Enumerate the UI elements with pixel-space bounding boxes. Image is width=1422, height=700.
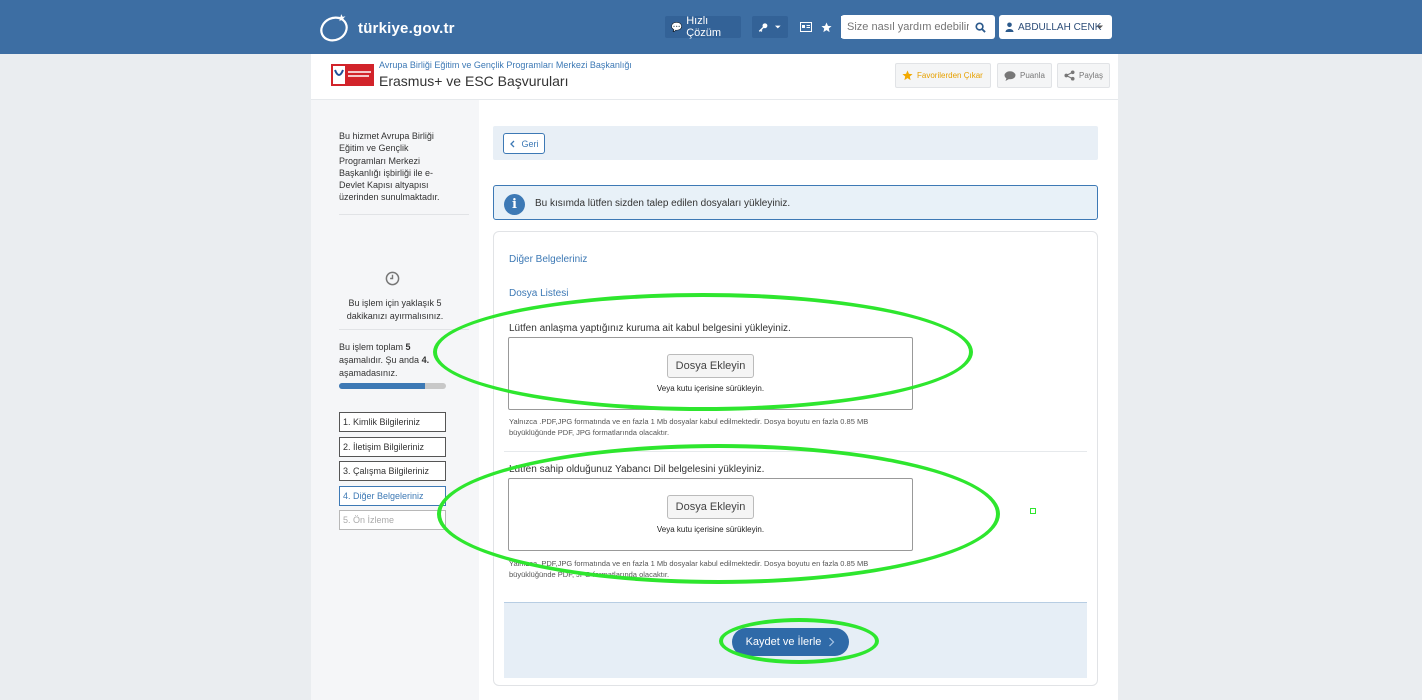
chevron-down-icon — [1097, 25, 1103, 29]
remove-favorite-label: Favorilerden Çıkar — [917, 71, 983, 80]
step-item[interactable]: 2. İletişim Bilgileriniz — [339, 436, 446, 457]
chevron-down-icon — [775, 25, 782, 29]
step-item[interactable]: 4. Diğer Belgeleriniz — [339, 485, 446, 506]
step-current: 4. — [421, 355, 430, 365]
user-menu-button[interactable]: ABDULLAH CENK — [999, 15, 1112, 39]
star-icon — [902, 70, 913, 81]
alert-text: Bu kısımda lütfen sizden talep edilen do… — [535, 198, 791, 209]
info-icon: i — [504, 194, 525, 215]
logo-swoosh-icon — [320, 14, 348, 42]
step-item: 5. Ön İzleme — [339, 510, 446, 531]
top-navbar: türkiye.gov.tr 💬 Hızlı Çözüm ABDULLAH CE… — [0, 0, 1422, 54]
share-icon — [1064, 70, 1075, 81]
share-button[interactable]: Paylaş — [1057, 63, 1110, 88]
sidebar: Bu hizmet Avrupa Birliği Eğitim ve Gençl… — [311, 100, 479, 700]
favorites-button[interactable] — [818, 16, 836, 38]
search-box — [841, 15, 995, 39]
clock-icon — [385, 271, 400, 286]
key-menu-button[interactable] — [752, 16, 788, 38]
logo-text: türkiye.gov.tr — [358, 19, 455, 37]
share-label: Paylaş — [1078, 71, 1103, 80]
remove-favorite-button[interactable]: Favorilerden Çıkar — [895, 63, 991, 88]
step-item[interactable]: 3. Çalışma Bilgileriniz — [339, 461, 446, 482]
time-estimate: Bu işlem için yaklaşık 5 dakikanızı ayır… — [346, 298, 444, 321]
institution-name[interactable]: Avrupa Birliği Eğitim ve Gençlik Program… — [379, 60, 632, 70]
rate-button[interactable]: Puanla — [997, 63, 1052, 88]
highlight-ellipse — [719, 618, 879, 664]
highlight-ellipse — [433, 293, 973, 411]
progress-bar — [339, 383, 446, 389]
highlight-ellipse — [437, 444, 1000, 584]
institution-logo-mark — [331, 64, 374, 86]
quick-solution-label: Hızlı Çözüm — [686, 15, 722, 39]
key-icon — [758, 22, 768, 32]
info-alert: i Bu kısımda lütfen sizden talep edilen … — [493, 185, 1098, 220]
comment-icon — [1004, 70, 1016, 81]
search-button[interactable] — [969, 16, 991, 38]
highlight-marker — [1030, 508, 1036, 514]
step-total: 5 — [405, 342, 411, 352]
star-icon — [821, 21, 832, 32]
user-name: ABDULLAH CENK — [1018, 21, 1102, 33]
service-info-text: Bu hizmet Avrupa Birliği Eğitim ve Gençl… — [339, 131, 440, 203]
divider — [339, 214, 469, 215]
progress-fill — [339, 383, 425, 389]
step-item[interactable]: 1. Kimlik Bilgileriniz — [339, 412, 446, 432]
back-bar: Geri — [493, 126, 1098, 160]
step-summary-prefix: Bu işlem toplam — [339, 342, 406, 352]
search-input[interactable] — [841, 16, 969, 38]
file-list-title: Dosya Listesi — [509, 288, 569, 299]
rate-label: Puanla — [1020, 71, 1045, 80]
back-label: Geri — [521, 138, 539, 149]
chat-icon: 💬 — [671, 21, 683, 32]
service-title: Erasmus+ ve ESC Başvuruları — [379, 73, 569, 89]
section-title: Diğer Belgeleriniz — [509, 254, 588, 265]
step-list: 1. Kimlik Bilgileriniz 2. İletişim Bilgil… — [339, 412, 446, 535]
step-summary-mid: aşamalıdır. Şu anda — [339, 355, 422, 365]
upload-1-note: Yalnızca .PDF,JPG formatında ve en fazla… — [509, 417, 869, 437]
back-button[interactable]: Geri — [503, 133, 545, 154]
id-card-icon — [800, 22, 812, 32]
step-summary-suffix: aşamadasınız. — [339, 368, 398, 378]
search-icon — [974, 21, 986, 33]
id-card-button[interactable] — [797, 16, 815, 38]
institution-logo — [331, 64, 374, 86]
chevron-left-icon — [510, 140, 515, 147]
service-header: Avrupa Birliği Eğitim ve Gençlik Program… — [311, 54, 1118, 100]
turkiye-gov-logo[interactable]: türkiye.gov.tr — [318, 12, 455, 44]
user-icon — [1005, 22, 1014, 32]
quick-solution-button[interactable]: 💬 Hızlı Çözüm — [665, 15, 741, 39]
divider — [339, 329, 469, 330]
